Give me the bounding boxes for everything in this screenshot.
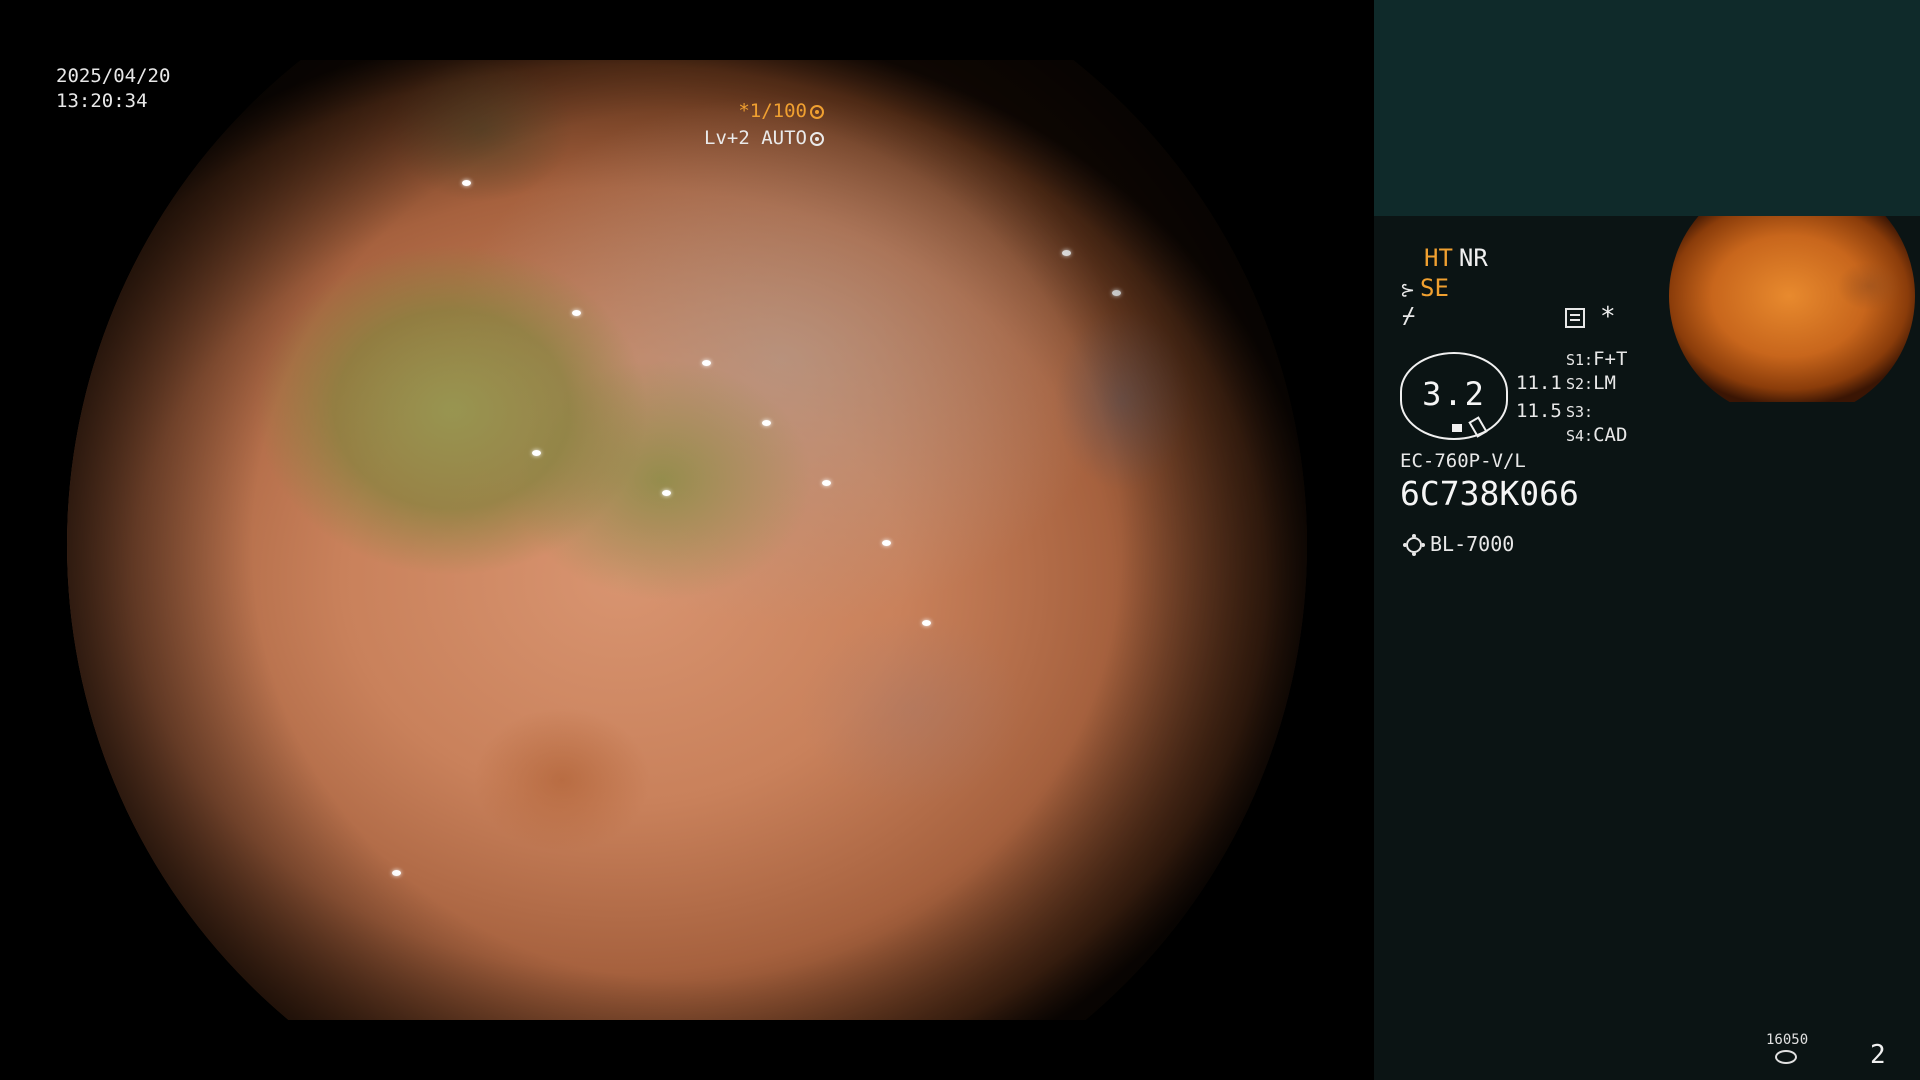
scope-icon: ⊱ [1400,280,1416,301]
switch-s3: S3: [1566,400,1593,422]
sun-icon [1406,537,1422,553]
specular-highlight [532,450,541,456]
specular-highlight [822,480,831,486]
specular-highlight [762,420,771,426]
switch-s2: S2:LM [1566,372,1616,394]
mode-se-label: SE [1420,274,1449,302]
specular-highlight [702,360,711,366]
disk-icon [1775,1050,1797,1064]
zoom-value: 3.2 [1422,375,1486,413]
structure-enhancement-mode: ⊱ SE [1400,274,1449,302]
light-source-label: BL-7000 [1430,532,1515,556]
switch-key: S2: [1566,375,1594,393]
zoom-mark-icon [1452,424,1462,432]
specular-highlight [392,870,401,876]
info-panel: HT NR ⊱ SE ⌿ * 3.2 11.1 11.5 S1:F+T S2:LM … [1374,0,1920,1080]
specular-highlight [882,540,891,546]
date-time-display: 2025/04/20 13:20:34 [56,64,170,114]
zoom-badge: 3.2 [1400,352,1508,440]
mode-nr-label: NR [1458,244,1488,272]
specular-highlight [1062,250,1071,256]
switch-key: S3: [1566,403,1594,421]
endoscope-live-image [67,60,1307,1020]
thumbnail-image [1669,216,1915,402]
switch-s1: S1:F+T [1566,348,1627,370]
specular-highlight [662,490,671,496]
shutter-label: *1/100 [738,100,807,122]
endoscopy-screen: 2025/04/20 13:20:34 *1/100 Lv+2 AUTO HT N… [0,0,1920,1080]
value-one: 11.1 [1516,372,1562,394]
specular-highlight [922,620,931,626]
specular-highlight [572,310,581,316]
switch-value: F+T [1593,348,1628,370]
image-counter: 16050 [1766,1032,1809,1048]
switch-s4: S4:CAD [1566,424,1627,446]
captured-image-thumbnail[interactable] [1669,216,1915,402]
shutter-indicator: *1/100 [738,100,824,122]
panel-header-block [1374,0,1920,216]
brightness-level-indicator: Lv+2 AUTO [704,127,824,149]
value-two: 11.5 [1516,400,1562,422]
switch-key: S1: [1566,351,1594,369]
scope-serial-number: 6C738K066 [1400,474,1579,513]
mode-ht-label: HT [1424,244,1453,272]
menu-icon [1565,308,1585,328]
time-label: 13:20:34 [56,90,148,112]
level-label: Lv+2 AUTO [704,127,807,149]
date-label: 2025/04/20 [56,65,171,87]
switch-key: S4: [1566,427,1594,445]
dial-icon [810,132,824,146]
fiber-icon: ⌿ [1402,304,1416,329]
page-number: 2 [1870,1040,1886,1070]
endoscope-view-area: 2025/04/20 13:20:34 *1/100 Lv+2 AUTO [0,0,1374,1080]
star-icon: * [1600,302,1616,332]
switch-value: LM [1593,372,1616,394]
specular-highlight [1112,290,1121,296]
light-source-row: BL-7000 [1400,532,1514,556]
switch-value: CAD [1593,424,1628,446]
dial-icon [810,105,824,119]
processing-modes: HT NR [1424,244,1488,272]
specular-highlight [462,180,471,186]
scope-model-label: EC-760P-V/L [1400,450,1526,472]
